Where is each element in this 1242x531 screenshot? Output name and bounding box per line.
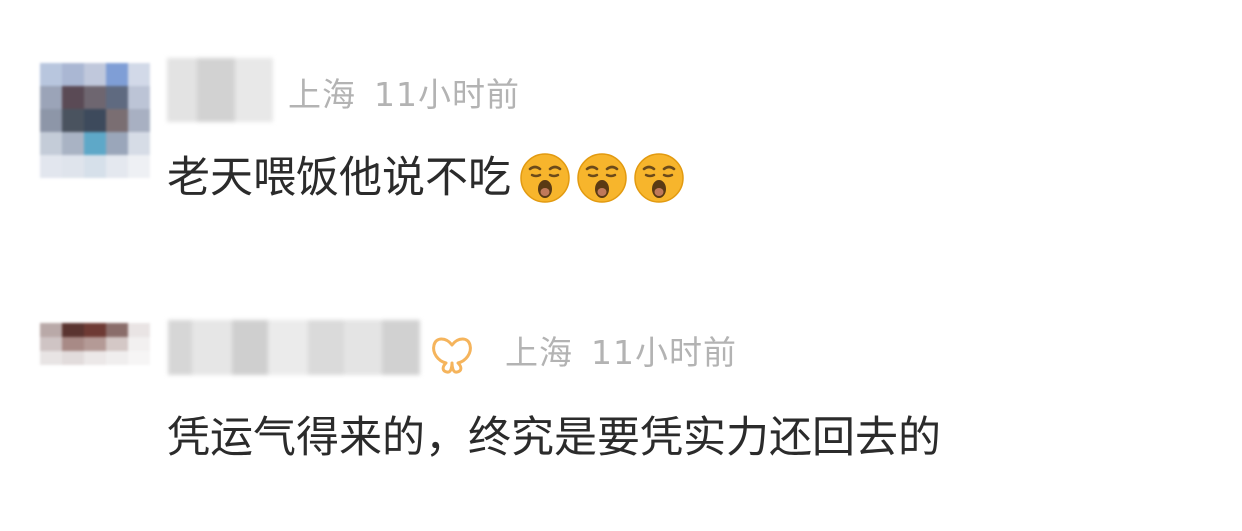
comment-item: 上海 11小时前 凭运气得来的，终究是要凭实力还回去的 (0, 265, 1242, 531)
location-label: 上海 (505, 333, 573, 372)
yawn-emoji-icon (520, 153, 570, 203)
timestamp: 11小时前 (374, 75, 520, 114)
timestamp: 11小时前 (591, 333, 737, 372)
comment-item: 上海 11小时前 老天喂饭他说不吃 (0, 0, 1242, 265)
comment-meta: 上海 11小时前 (288, 75, 520, 115)
emoji-row (519, 152, 685, 204)
comment-text: 凭运气得来的，终究是要凭实力还回去的 (167, 410, 941, 466)
yawn-emoji-icon (577, 153, 627, 203)
username[interactable] (168, 320, 420, 375)
avatar[interactable] (40, 63, 150, 178)
avatar[interactable] (40, 323, 150, 365)
username[interactable] (167, 58, 273, 122)
location-label: 上海 (288, 75, 356, 114)
yawn-emoji-icon (634, 153, 684, 203)
comment-text: 老天喂饭他说不吃 (167, 150, 685, 206)
vip-butterfly-icon (432, 337, 472, 374)
comment-meta: 上海 11小时前 (505, 333, 737, 373)
comment-body: 凭运气得来的，终究是要凭实力还回去的 (167, 413, 941, 463)
comment-body: 老天喂饭他说不吃 (167, 153, 511, 203)
